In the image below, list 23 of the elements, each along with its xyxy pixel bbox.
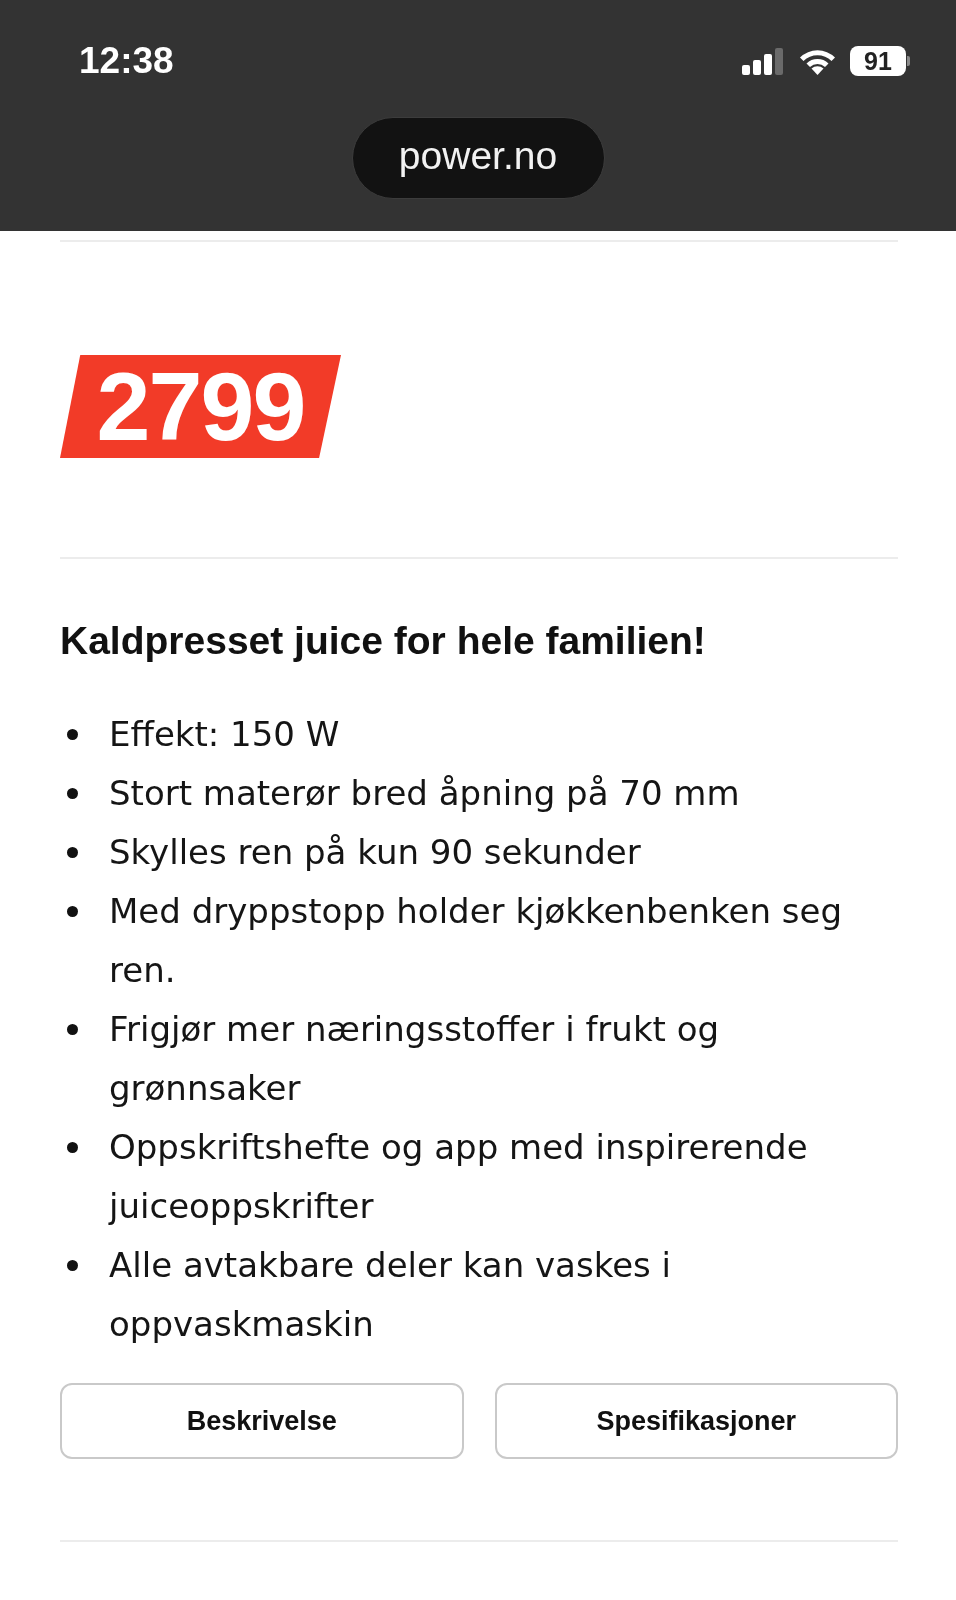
feature-text: Med dryppstopp holder kjøkkenbenken seg ren. <box>109 890 843 992</box>
bullet-icon <box>67 1142 78 1153</box>
bullet-icon <box>67 1024 78 1035</box>
signal-icon <box>742 47 785 75</box>
wifi-icon <box>797 47 838 75</box>
price-badge: 2799 <box>60 355 341 458</box>
feature-text: Alle avtakbare deler kan vaskes i oppvaskmaskin <box>109 1244 673 1346</box>
section-button[interactable]: Beskrivelse <box>60 1383 464 1459</box>
feature-text: Stort materør bred åpning på 70 mm <box>109 772 740 815</box>
feature-text: Frigjør mer næringsstoffer i frukt og grønnsaker <box>109 1008 721 1110</box>
bullet-icon <box>67 788 78 799</box>
feature-text: Effekt: 150 W <box>109 713 340 756</box>
bullet-icon <box>67 1260 78 1271</box>
feature-text: Skylles ren på kun 90 sekunder <box>109 831 641 874</box>
bullet-icon <box>67 847 78 858</box>
status-time: 12:38 <box>79 44 174 78</box>
address-bar[interactable]: power.no <box>351 117 605 199</box>
section-button[interactable]: Spesifikasjoner <box>494 1383 898 1459</box>
bullet-icon <box>67 729 78 740</box>
bullet-icon <box>67 906 78 917</box>
product-heading: Kaldpresset juice for hele familien! <box>60 618 707 664</box>
feature-text: Oppskriftshefte og app med inspirerende juiceoppskrifter <box>109 1126 809 1228</box>
battery-percentage: 91 <box>850 46 906 76</box>
